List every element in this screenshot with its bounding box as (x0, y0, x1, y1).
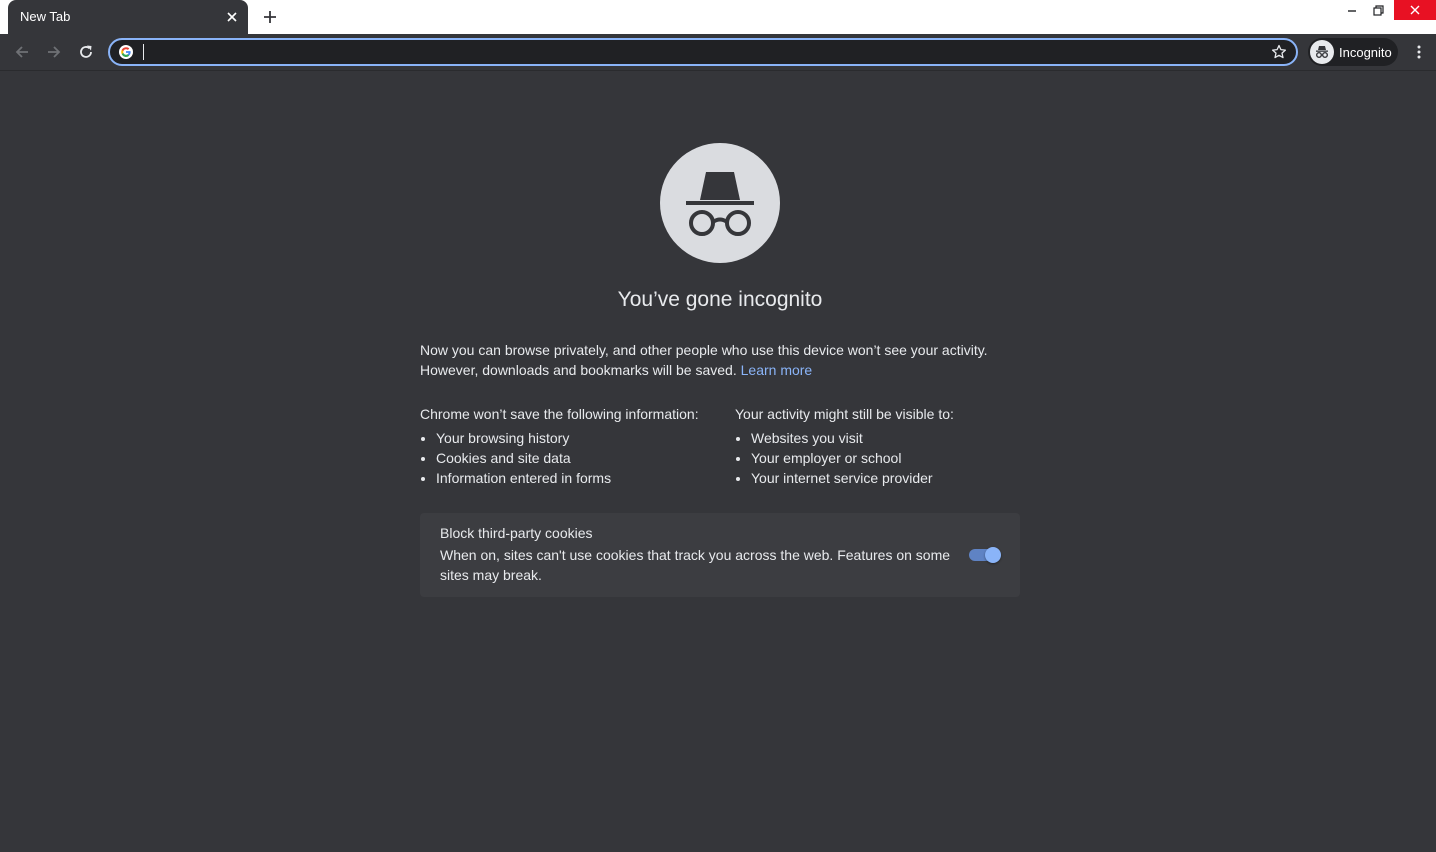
omnibox[interactable] (108, 38, 1298, 66)
more-vert-icon (1417, 45, 1421, 59)
list-item: Your employer or school (751, 448, 1025, 468)
still-visible-title: Your activity might still be visible to: (735, 406, 954, 422)
learn-more-link[interactable]: Learn more (741, 362, 813, 378)
still-visible-list: Websites you visit Your employer or scho… (735, 428, 1025, 488)
plus-icon (264, 11, 276, 23)
not-saved-list: Your browsing history Cookies and site d… (420, 428, 720, 488)
toggle-knob (985, 547, 1001, 563)
incognito-hero-icon (660, 143, 780, 263)
not-saved-section: Chrome won’t save the following informat… (420, 404, 720, 488)
still-visible-section: Your activity might still be visible to:… (735, 404, 1025, 488)
restore-button[interactable] (1366, 0, 1390, 20)
intro-paragraph: Now you can browse privately, and other … (420, 340, 1020, 380)
incognito-profile-button[interactable]: Incognito (1308, 38, 1398, 66)
toolbar: Incognito (0, 34, 1436, 71)
block-cookies-toggle[interactable] (969, 547, 1001, 563)
profile-label: Incognito (1339, 45, 1392, 60)
window-close-button[interactable] (1394, 0, 1436, 20)
close-icon (1410, 5, 1420, 15)
tab-title: New Tab (20, 9, 71, 24)
tab-strip: New Tab (0, 0, 1436, 34)
back-button[interactable] (10, 40, 34, 64)
reload-icon (80, 45, 92, 58)
cookie-controls-title: Block third-party cookies (440, 525, 593, 541)
intro-text: Now you can browse privately, and other … (420, 342, 988, 378)
cookie-controls-card: Block third-party cookies When on, sites… (420, 513, 1020, 597)
minimize-icon (1348, 10, 1356, 12)
minimize-button[interactable] (1340, 0, 1364, 20)
close-icon (227, 12, 237, 22)
main-menu-button[interactable] (1408, 40, 1430, 64)
list-item: Your browsing history (436, 428, 720, 448)
google-icon (119, 45, 133, 59)
arrow-right-icon (48, 46, 61, 58)
bookmark-button[interactable] (1270, 43, 1288, 61)
list-item: Cookies and site data (436, 448, 720, 468)
tab-close-button[interactable] (224, 9, 240, 25)
restore-icon (1372, 4, 1384, 16)
cookie-controls-description: When on, sites can't use cookies that tr… (440, 547, 951, 583)
forward-button[interactable] (42, 40, 66, 64)
list-item: Your internet service provider (751, 468, 1025, 488)
tab-new-tab[interactable]: New Tab (8, 0, 248, 34)
page-title: You’ve gone incognito (617, 288, 823, 311)
incognito-icon (1310, 40, 1334, 64)
list-item: Information entered in forms (436, 468, 720, 488)
new-tab-button[interactable] (260, 7, 280, 27)
list-item: Websites you visit (751, 428, 1025, 448)
address-input[interactable] (142, 42, 1252, 62)
not-saved-title: Chrome won’t save the following informat… (420, 406, 699, 422)
arrow-left-icon (15, 46, 28, 58)
star-icon (1271, 44, 1287, 59)
reload-button[interactable] (74, 40, 98, 64)
